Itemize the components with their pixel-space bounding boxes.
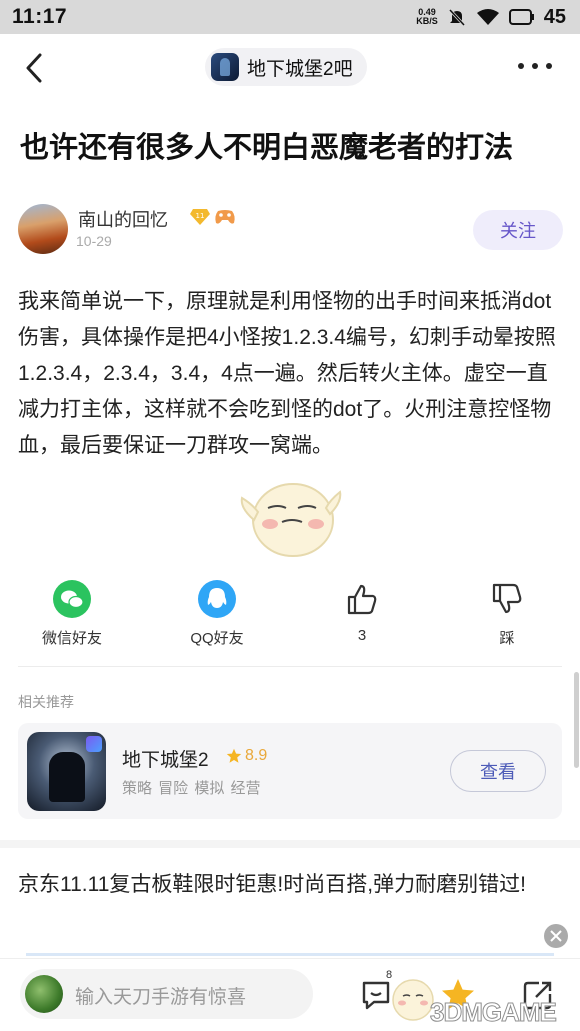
dislike-label: 踩: [499, 630, 515, 647]
more-dot-icon: [546, 63, 552, 69]
divider: [18, 666, 562, 667]
wechat-icon: [53, 580, 91, 618]
level-badge-icon: 11: [190, 209, 210, 225]
post-title: 也许还有很多人不明白恶魔老者的打法: [20, 132, 514, 164]
star-icon: [226, 748, 242, 763]
thumbs-down-icon: [492, 583, 522, 614]
mute-icon: [448, 8, 465, 27]
post-date: 10-29: [76, 233, 112, 249]
dislike-button[interactable]: 踩: [457, 580, 557, 648]
scrollbar[interactable]: [574, 672, 579, 768]
action-row: 微信好友 QQ好友 3 踩: [0, 580, 580, 650]
follow-button[interactable]: 关注: [473, 210, 563, 250]
ad-close-button[interactable]: [544, 924, 568, 948]
view-game-button[interactable]: 查看: [450, 750, 546, 792]
more-button[interactable]: [518, 56, 552, 76]
mascot-sticker: [240, 483, 342, 557]
like-button[interactable]: 3: [312, 580, 412, 644]
game-icon: [27, 732, 106, 811]
ad-banner-edge: [26, 953, 554, 956]
thumbs-up-icon: [347, 584, 377, 615]
share-qq-button[interactable]: QQ好友: [167, 580, 267, 648]
forum-name: 地下城堡2吧: [247, 58, 353, 80]
battery-level: 45: [543, 5, 566, 28]
status-icons: 0.49 KB/S 45: [416, 6, 566, 29]
comment-input-placeholder: 输入天刀手游有惊喜: [75, 987, 247, 1008]
recommend-game-card[interactable]: 地下城堡2 8.9 策略 冒险 模拟 经营 查看: [18, 723, 562, 819]
status-time: 11:17: [12, 5, 68, 28]
game-tags: 策略 冒险 模拟 经营: [122, 780, 261, 797]
game-name: 地下城堡2: [122, 750, 209, 771]
share-wechat-label: 微信好友: [41, 630, 102, 647]
close-icon: [550, 930, 562, 942]
post-body: 我来简单说一下，原理就是利用怪物的出手时间来抵消dot伤害，具体操作是把4小怪按…: [18, 290, 556, 457]
status-bar: 11:17 0.49 KB/S 45: [0, 0, 580, 34]
share-qq-label: QQ好友: [190, 630, 244, 647]
comment-input[interactable]: 输入天刀手游有惊喜: [20, 969, 313, 1019]
network-speed: 0.49 KB/S: [416, 7, 438, 26]
more-dot-icon: [518, 63, 524, 69]
gamepad-badge-icon: [215, 210, 235, 224]
game-rating: 8.9: [226, 747, 267, 765]
back-button[interactable]: [18, 52, 50, 84]
game-tag-icon: [86, 736, 102, 752]
like-count: 3: [357, 627, 367, 644]
qq-icon: [198, 580, 236, 618]
more-dot-icon: [532, 63, 538, 69]
chevron-left-icon: [26, 53, 42, 83]
share-wechat-button[interactable]: 微信好友: [22, 580, 122, 648]
author-name[interactable]: 南山的回忆: [78, 206, 168, 232]
recommend-section-title: 相关推荐: [18, 694, 74, 710]
rating-value: 8.9: [245, 747, 268, 764]
svg-text:11: 11: [196, 212, 205, 220]
forum-link[interactable]: 地下城堡2吧: [205, 48, 367, 86]
user-avatar: [25, 975, 63, 1013]
section-separator: [0, 840, 580, 848]
wifi-icon: [476, 9, 499, 25]
battery-icon: [508, 9, 534, 25]
ad-text[interactable]: 京东11.11复古板鞋限时钜惠!时尚百搭,弹力耐磨别错过!: [18, 868, 566, 902]
author-avatar[interactable]: [18, 204, 68, 254]
author-row: 南山的回忆 11 10-29 关注: [18, 204, 563, 256]
forum-avatar: [211, 53, 239, 81]
nav-bar: 地下城堡2吧: [0, 34, 580, 102]
watermark-logo: 3DMGAME: [430, 997, 558, 1028]
